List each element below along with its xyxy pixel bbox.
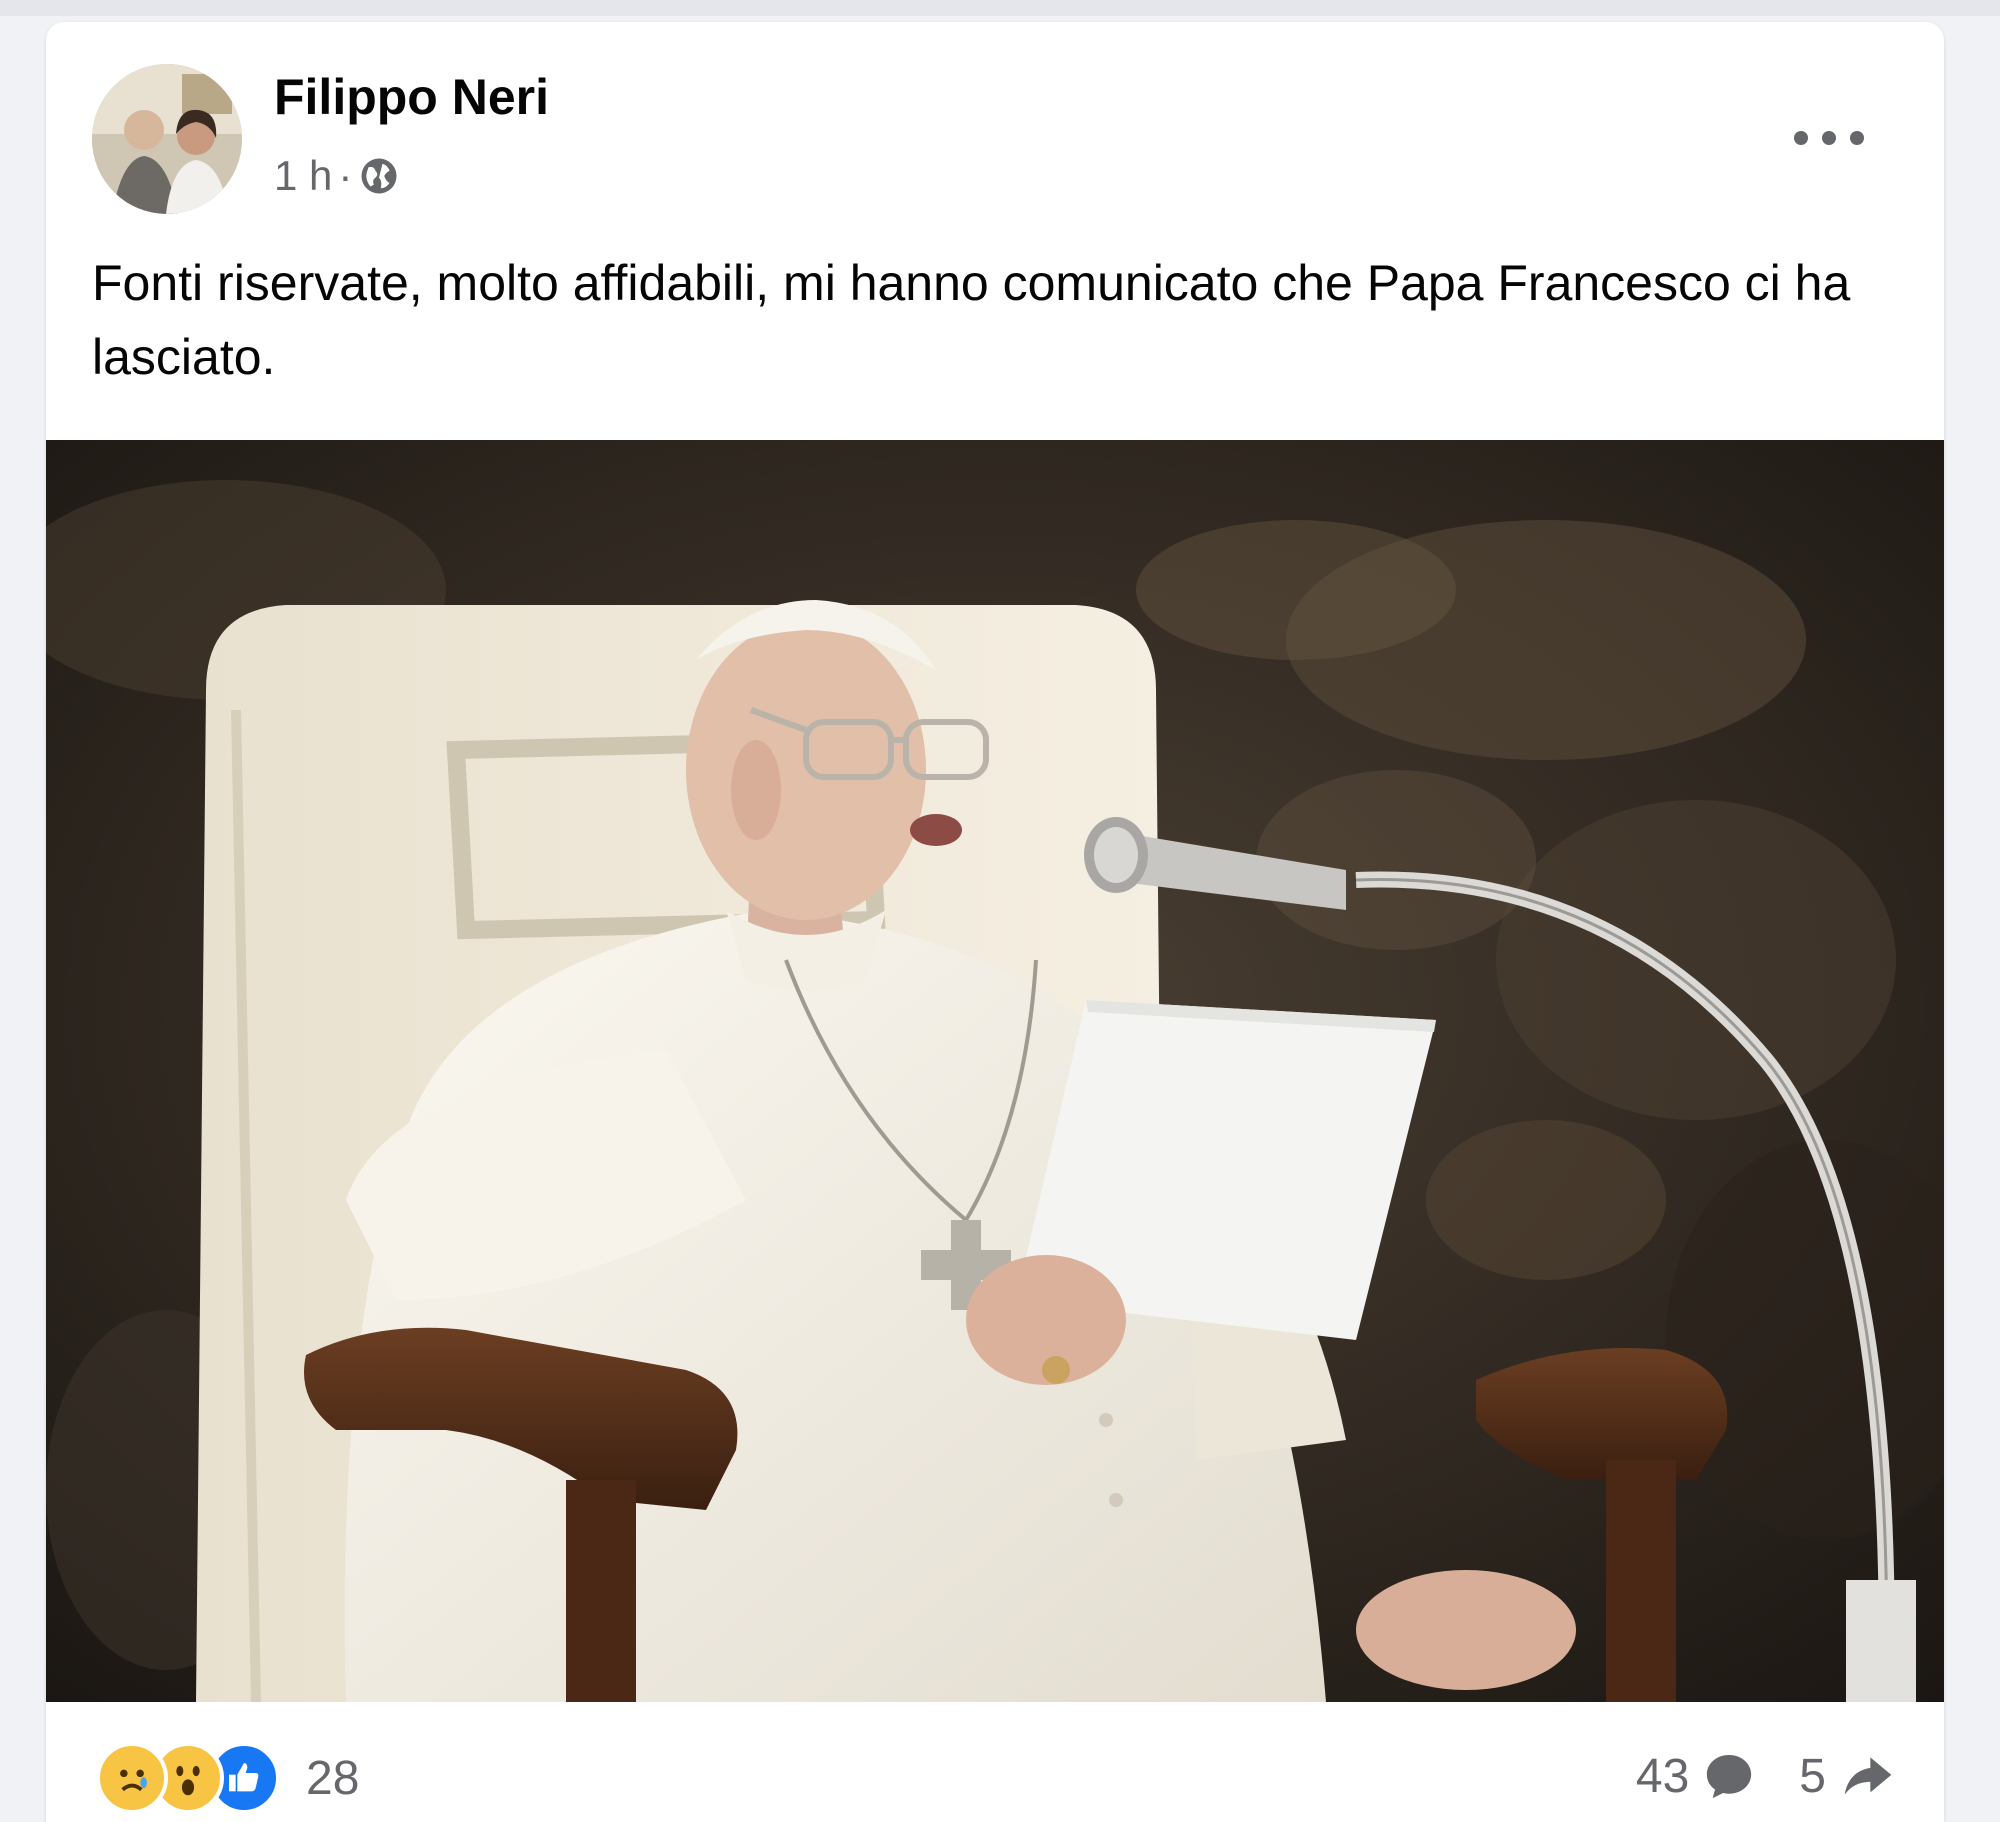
- share-icon: [1844, 1757, 1892, 1795]
- avatar-photo: [92, 64, 242, 214]
- avatar[interactable]: [92, 64, 242, 214]
- shares-stat[interactable]: 5: [1799, 1748, 1898, 1804]
- top-strip: [0, 0, 2000, 16]
- comment-count: 43: [1635, 1749, 1690, 1803]
- post-meta: 1 h ·: [274, 152, 400, 200]
- reaction-count: 28: [306, 1751, 360, 1805]
- author-name[interactable]: Filippo Neri: [274, 68, 549, 126]
- share-count: 5: [1799, 1749, 1826, 1803]
- post-stats: 43 5: [1636, 1740, 1898, 1812]
- reactions-summary[interactable]: 28: [96, 1742, 359, 1814]
- post-time[interactable]: 1 h: [274, 152, 332, 200]
- more-options-icon[interactable]: [1794, 118, 1864, 158]
- sad-reaction-icon: [96, 1742, 168, 1814]
- comments-stat[interactable]: 43: [1636, 1748, 1757, 1804]
- meta-separator: ·: [338, 152, 353, 199]
- post-photo[interactable]: [46, 440, 1944, 1702]
- post-card: Filippo Neri 1 h · Fonti riservate, molt…: [46, 22, 1944, 1822]
- comment-icon: [1707, 1755, 1752, 1799]
- post-text: Fonti riservate, molto affidabili, mi ha…: [92, 255, 1851, 385]
- globe-icon: [361, 158, 397, 194]
